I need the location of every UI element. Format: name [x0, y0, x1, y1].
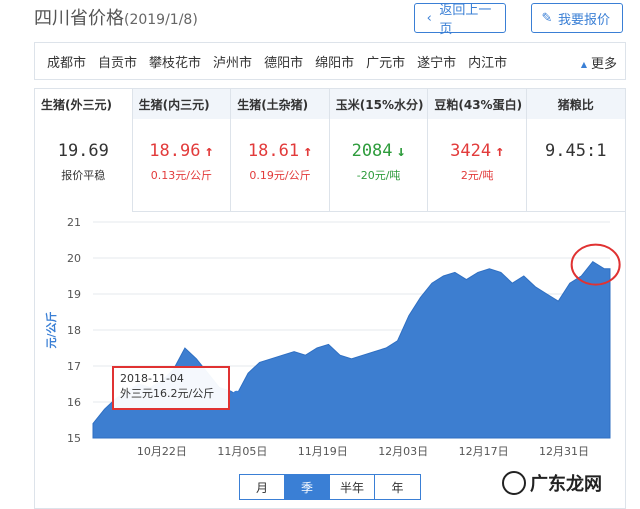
city-link[interactable]: 广元市	[366, 52, 405, 71]
price-card-hog-outer[interactable]: 生猪(外三元) 19.69 报价平稳	[34, 88, 133, 212]
price-card-soymeal[interactable]: 豆粕(43%蛋白) 3424 ↑ 2元/吨	[428, 88, 527, 212]
x-tick-label: 12月03日	[378, 445, 428, 458]
card-value: 2084	[351, 141, 393, 161]
city-link[interactable]: 成都市	[47, 52, 86, 71]
city-link[interactable]: 攀枝花市	[149, 52, 201, 71]
arrow-up-icon: ↑	[303, 142, 313, 160]
period-month-button[interactable]: 月	[240, 475, 285, 499]
tooltip-point	[232, 390, 241, 399]
more-label: 更多	[590, 57, 617, 72]
y-tick-label: 21	[67, 216, 81, 229]
card-name: 玉米(15%水分)	[329, 89, 428, 119]
card-value: 19.69	[57, 141, 109, 161]
y-tick-label: 18	[67, 324, 81, 337]
card-value: 18.96	[149, 141, 201, 161]
page-title: 四川省价格(2019/1/8)	[34, 4, 198, 30]
edit-icon: ✎	[541, 10, 553, 26]
arrow-up-icon: ↑	[495, 142, 505, 160]
report-button-label: 我要报价	[558, 12, 611, 28]
city-link[interactable]: 德阳市	[264, 52, 303, 71]
price-card-hog-inner[interactable]: 生猪(内三元) 18.96 ↑ 0.13元/公斤	[132, 88, 232, 212]
watermark-text: 广东龙网	[530, 474, 602, 495]
x-tick-labels: 10月22日 11月05日 11月19日 12月03日 12月17日 12月31日	[137, 445, 589, 458]
triangle-up-icon: ▲	[580, 60, 587, 69]
card-value-row: 3424 ↑	[428, 141, 526, 161]
tooltip-text: 外三元16.2元/公斤	[120, 387, 215, 400]
chart-panel: 15 16 17 18 19 20 21 10月22日 11月05日 11月19日 12月03日 1…	[34, 212, 626, 509]
card-sub: 0.13元/公斤	[150, 169, 212, 182]
y-tick-label: 15	[67, 432, 81, 445]
watermark-logo-icon	[502, 471, 526, 495]
city-link[interactable]: 内江市	[468, 52, 507, 71]
card-name: 生猪(内三元)	[132, 89, 231, 119]
y-tick-label: 19	[67, 288, 81, 301]
card-sub: 2元/吨	[460, 169, 494, 182]
back-button[interactable]: ‹ 返回上一页	[414, 3, 506, 37]
city-link[interactable]: 泸州市	[213, 52, 252, 71]
x-tick-label: 10月22日	[137, 445, 187, 458]
period-selector: 月 季 半年 年	[239, 474, 421, 500]
city-link[interactable]: 绵阳市	[315, 52, 354, 71]
y-tick-label: 16	[67, 396, 81, 409]
series-area	[92, 260, 611, 439]
y-tick-label: 20	[67, 252, 81, 265]
card-sub: 0.19元/公斤	[249, 169, 311, 182]
city-link[interactable]: 遂宁市	[417, 52, 456, 71]
chevron-left-icon: ‹	[426, 10, 432, 26]
card-sub: -20元/吨	[356, 169, 401, 182]
city-bar: 成都市 自贡市 攀枝花市 泸州市 德阳市 绵阳市 广元市 遂宁市 内江市 ▲ 更多	[34, 42, 626, 80]
card-value-row: 2084 ↓	[330, 141, 428, 161]
tooltip-date: 2018-11-04	[120, 372, 184, 385]
card-value-row: 18.61 ↑	[231, 141, 329, 161]
x-tick-label: 11月19日	[298, 445, 348, 458]
x-tick-label: 12月17日	[459, 445, 509, 458]
card-name: 豆粕(43%蛋白)	[428, 89, 526, 119]
card-value-row: 18.96 ↑	[133, 141, 231, 161]
card-name: 猪粮比	[526, 89, 625, 119]
chart-tooltip: 2018-11-04 外三元16.2元/公斤	[112, 366, 230, 410]
card-value: 18.61	[247, 141, 300, 161]
more-cities-button[interactable]: ▲ 更多	[581, 53, 617, 72]
card-value: 3424	[450, 141, 492, 161]
x-tick-label: 11月05日	[217, 445, 267, 458]
page-title-text: 四川省价格	[34, 8, 124, 29]
card-value: 9.45:1	[545, 141, 607, 161]
period-quarter-button[interactable]: 季	[285, 475, 330, 499]
y-tick-label: 17	[67, 360, 81, 373]
y-axis-label: 元/公斤	[44, 311, 58, 348]
card-name: 生猪(外三元)	[35, 89, 132, 119]
card-sub: 报价平稳	[61, 169, 106, 182]
price-chart: 15161718192021 10月22日 11月05日 11月19日 12月03日 1…	[44, 216, 621, 458]
price-card-hog-grain-ratio[interactable]: 猪粮比 9.45:1	[526, 88, 626, 212]
period-year-button[interactable]: 年	[375, 475, 420, 499]
period-halfyear-button[interactable]: 半年	[330, 475, 375, 499]
watermark: 广东龙网	[502, 470, 602, 496]
arrow-up-icon: ↑	[204, 142, 214, 160]
price-card-corn[interactable]: 玉米(15%水分) 2084 ↓ -20元/吨	[329, 88, 429, 212]
price-cards: 生猪(外三元) 19.69 报价平稳 生猪(内三元) 18.96 ↑ 0.13元/…	[34, 88, 626, 212]
arrow-down-icon: ↓	[396, 142, 406, 160]
x-tick-label: 12月31日	[539, 445, 589, 458]
y-tick-labels: 15 16 17 18 19 20 21	[67, 216, 81, 445]
page-title-date: (2019/1/8)	[124, 12, 198, 28]
report-price-button[interactable]: ✎ 我要报价	[531, 3, 623, 33]
back-button-label: 返回上一页	[439, 3, 492, 37]
card-name: 生猪(土杂猪)	[231, 89, 329, 119]
city-link[interactable]: 自贡市	[98, 52, 137, 71]
price-card-hog-mixed[interactable]: 生猪(土杂猪) 18.61 ↑ 0.19元/公斤	[231, 88, 330, 212]
